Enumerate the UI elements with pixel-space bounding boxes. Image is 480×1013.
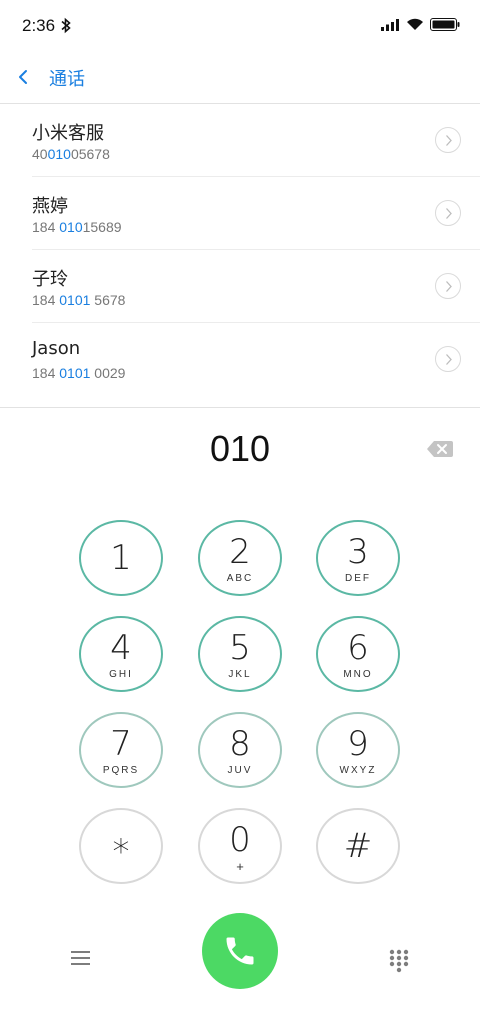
key-digit: 4 — [110, 628, 132, 668]
number-match-highlight: 0101 — [59, 365, 91, 381]
keypad-key-7[interactable]: 7 PQRS — [79, 712, 163, 788]
keypad-key-2[interactable]: 2 ABC — [198, 520, 282, 596]
dial-input-display: 010 — [209, 428, 271, 469]
contact-name: 子玲 — [32, 269, 68, 290]
contact-detail-button[interactable] — [435, 200, 461, 226]
key-digit: * — [112, 832, 130, 872]
contact-detail-button[interactable] — [435, 273, 461, 299]
chevron-right-icon — [446, 208, 452, 219]
contact-detail-button[interactable] — [435, 346, 461, 372]
key-letters: ABC — [226, 573, 254, 584]
contact-name: Jason — [32, 338, 81, 359]
bluetooth-icon — [61, 17, 71, 34]
keypad-grid-icon — [389, 949, 409, 973]
keypad-key-9[interactable]: 9 WXYZ — [316, 712, 400, 788]
back-button[interactable] — [12, 62, 40, 92]
phone-icon — [226, 937, 254, 965]
header: 通话 — [0, 52, 480, 104]
page-title: 通话 — [49, 69, 85, 90]
key-digit: # — [343, 826, 373, 866]
keypad-key-8[interactable]: 8 JUV — [198, 712, 282, 788]
number-match-highlight: 010 — [59, 219, 83, 235]
key-digit: 9 — [347, 724, 369, 764]
keypad-key-5[interactable]: 5 JKL — [198, 616, 282, 692]
keypad-key-3[interactable]: 3 DEF — [316, 520, 400, 596]
key-letters: + — [236, 859, 244, 874]
key-letters: JKL — [228, 669, 252, 680]
contact-list: 小米客服 4001005678 燕婷 184 01015689 子玲 184 0… — [0, 104, 480, 395]
call-button[interactable] — [202, 913, 278, 989]
number-match-highlight: 0101 — [59, 292, 91, 308]
key-letters: DEF — [345, 573, 371, 584]
keypad-key-star[interactable]: * — [79, 808, 163, 884]
chevron-left-icon — [19, 70, 27, 84]
contact-row[interactable]: 子玲 184 0101 5678 — [32, 250, 480, 323]
keypad-key-0[interactable]: 0 + — [198, 808, 282, 884]
number-match-highlight: 010 — [47, 146, 71, 162]
keypad-key-hash[interactable]: # — [316, 808, 400, 884]
contact-number: 4001005678 — [32, 146, 110, 162]
contact-number: 184 0101 0029 — [32, 365, 126, 381]
delete-button[interactable] — [425, 438, 455, 460]
menu-button[interactable] — [70, 949, 92, 967]
key-digit: 8 — [229, 724, 251, 764]
divider — [0, 407, 480, 408]
key-letters: PQRS — [102, 765, 140, 776]
battery-icon — [430, 18, 460, 31]
contact-number: 184 0101 5678 — [32, 292, 126, 308]
wifi-icon — [407, 18, 423, 30]
menu-icon — [71, 951, 90, 965]
contact-row[interactable]: Jason 184 0101 0029 — [32, 323, 480, 395]
contact-row[interactable]: 燕婷 184 01015689 — [32, 177, 480, 250]
key-digit: 1 — [110, 538, 132, 578]
contact-name: 小米客服 — [32, 123, 104, 144]
signal-icon — [381, 19, 399, 31]
contact-detail-button[interactable] — [435, 127, 461, 153]
key-letters: WXYZ — [339, 765, 377, 776]
keypad-key-6[interactable]: 6 MNO — [316, 616, 400, 692]
keypad-toggle-button[interactable] — [389, 949, 409, 973]
chevron-right-icon — [446, 135, 452, 146]
key-digit: 3 — [347, 532, 369, 572]
chevron-right-icon — [446, 354, 452, 365]
key-letters: GHI — [109, 669, 133, 680]
key-digit: 7 — [110, 724, 132, 764]
keypad-key-4[interactable]: 4 GHI — [79, 616, 163, 692]
contact-name: 燕婷 — [32, 196, 68, 217]
key-digit: 0 — [229, 820, 251, 860]
key-letters: MNO — [343, 669, 373, 680]
key-digit: 2 — [229, 532, 251, 572]
status-bar: 2:36 — [0, 0, 480, 52]
backspace-icon — [427, 441, 453, 457]
keypad-key-1[interactable]: 1 — [79, 520, 163, 596]
key-digit: 6 — [347, 628, 369, 668]
key-letters: JUV — [227, 765, 253, 776]
chevron-right-icon — [446, 281, 452, 292]
status-time: 2:36 — [22, 16, 56, 35]
key-digit: 5 — [229, 628, 251, 668]
contact-number: 184 01015689 — [32, 219, 122, 235]
contact-row[interactable]: 小米客服 4001005678 — [32, 104, 480, 177]
